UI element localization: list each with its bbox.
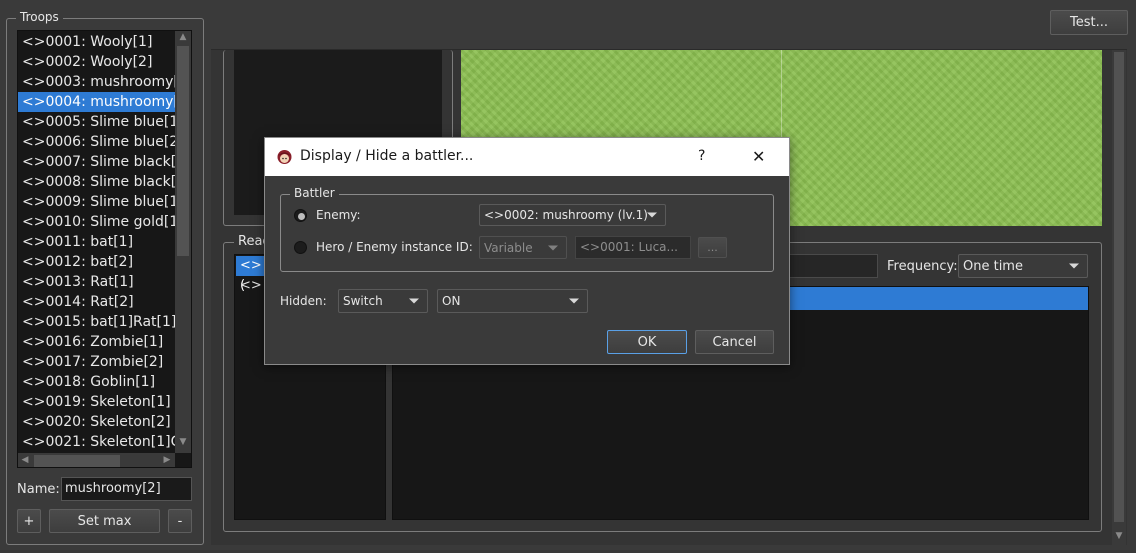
ok-button[interactable]: OK — [607, 330, 687, 354]
troop-list-item[interactable]: <>0011: bat[1] — [18, 232, 175, 252]
hidden-type-select[interactable]: Switch — [338, 289, 428, 313]
troop-list-item[interactable]: <>0004: mushroomy[2] — [18, 92, 175, 112]
frequency-label: Frequency: — [887, 259, 958, 274]
reaction-item-label: <> — [240, 278, 262, 293]
hidden-switch-select[interactable]: ON — [437, 289, 588, 313]
instance-type-select[interactable]: Variable — [479, 236, 567, 259]
hidden-label: Hidden: — [280, 294, 327, 308]
dialog-titlebar: Display / Hide a battler... ? ✕ — [265, 138, 789, 176]
troop-list-item[interactable]: <>0006: Slime blue[2] — [18, 132, 175, 152]
frequency-select[interactable]: One time — [958, 254, 1088, 278]
cancel-button[interactable]: Cancel — [695, 330, 774, 354]
dialog-title: Display / Hide a battler... — [300, 148, 474, 164]
chevron-down-icon — [569, 298, 579, 304]
troop-list-item[interactable]: <>0020: Skeleton[2] — [18, 412, 175, 432]
enemy-select-value: <>0002: mushroomy (lv.1) — [484, 208, 648, 222]
chevron-down-icon — [647, 212, 657, 218]
hscroll-thumb[interactable] — [34, 455, 120, 467]
troops-hscrollbar[interactable]: ◀ ▶ — [18, 453, 175, 467]
troop-list-item[interactable]: <>0005: Slime blue[1] — [18, 112, 175, 132]
scroll-thumb[interactable] — [177, 46, 189, 256]
name-label: Name: — [17, 482, 60, 497]
troop-list-item[interactable]: <>0001: Wooly[1] — [18, 32, 175, 52]
app-logo-icon — [276, 149, 293, 166]
troops-list-items: <>0001: Wooly[1] <>0002: Wooly[2] <>0003: … — [18, 32, 175, 452]
troop-list-item[interactable]: <>0013: Rat[1] — [18, 272, 175, 292]
name-field-value: mushroomy[2] — [65, 481, 161, 496]
troop-list-item[interactable]: <>0009: Slime blue[1]S — [18, 192, 175, 212]
troop-list-item[interactable]: <>0002: Wooly[2] — [18, 52, 175, 72]
reaction-name-field[interactable] — [789, 254, 878, 278]
enemy-label: Enemy: — [316, 208, 361, 222]
troop-list-item[interactable]: <>0018: Goblin[1] — [18, 372, 175, 392]
chevron-down-icon — [1069, 263, 1079, 269]
chevron-down-icon — [409, 298, 419, 304]
instance-id-radio[interactable] — [294, 241, 307, 254]
hidden-switch-value: ON — [442, 294, 461, 308]
editor-scroll-thumb[interactable] — [1114, 52, 1124, 522]
troop-list-item[interactable]: <>0017: Zombie[2] — [18, 352, 175, 372]
help-icon[interactable]: ? — [698, 148, 705, 164]
enemy-radio[interactable] — [294, 209, 307, 222]
enemy-select[interactable]: <>0002: mushroomy (lv.1) — [479, 204, 666, 226]
troop-list-item[interactable]: <>0010: Slime gold[1] — [18, 212, 175, 232]
display-hide-battler-dialog: Display / Hide a battler... ? ✕ Battler … — [264, 137, 790, 365]
reaction-item[interactable]: <>( — [236, 256, 266, 293]
scroll-right-icon[interactable]: ▶ — [160, 454, 174, 467]
instance-type-value: Variable — [484, 240, 533, 255]
troops-title: Troops — [16, 10, 63, 24]
battler-group-title: Battler — [290, 186, 339, 200]
troop-list-item[interactable]: <>0008: Slime black[2] — [18, 172, 175, 192]
close-icon[interactable]: ✕ — [752, 147, 765, 166]
troop-list-item[interactable]: <>0015: bat[1]Rat[1] — [18, 312, 175, 332]
add-troop-button[interactable]: + — [17, 509, 41, 533]
troop-list-item[interactable]: <>0014: Rat[2] — [18, 292, 175, 312]
hidden-type-value: Switch — [343, 294, 383, 308]
test-button[interactable]: Test... — [1050, 10, 1128, 35]
remove-troop-button[interactable]: - — [168, 509, 192, 533]
scroll-left-icon[interactable]: ◀ — [18, 454, 32, 467]
scroll-down-icon[interactable]: ▼ — [175, 436, 191, 449]
reaction-item[interactable]: <> — [236, 276, 266, 296]
troop-list-item[interactable]: <>0007: Slime black[1] — [18, 152, 175, 172]
frequency-select-value: One time — [963, 258, 1023, 274]
editor-scroll-down-icon[interactable]: ▼ — [1112, 530, 1126, 543]
scroll-up-icon[interactable]: ▲ — [175, 31, 191, 44]
troop-list-item[interactable]: <>0021: Skeleton[1]Go — [18, 432, 175, 452]
troop-list-item[interactable]: <>0012: bat[2] — [18, 252, 175, 272]
instance-variable-field[interactable]: <>0001: Luca... — [575, 236, 691, 259]
troop-list-item[interactable]: <>0019: Skeleton[1] — [18, 392, 175, 412]
troop-list-item[interactable]: <>0016: Zombie[1] — [18, 332, 175, 352]
troops-list[interactable]: <>0001: Wooly[1] <>0002: Wooly[2] <>0003: … — [17, 30, 192, 468]
troops-vscrollbar[interactable]: ▲ ▼ — [175, 31, 191, 453]
browse-variable-button[interactable]: ... — [698, 237, 727, 258]
instance-id-label: Hero / Enemy instance ID: — [316, 240, 473, 254]
troop-list-item[interactable]: <>0003: mushroomy[1] — [18, 72, 175, 92]
instance-variable-value: <>0001: Luca... — [580, 240, 678, 254]
chevron-down-icon — [548, 245, 558, 250]
editor-vscrollbar[interactable]: ▼ — [1112, 50, 1126, 546]
set-max-button[interactable]: Set max — [49, 509, 160, 533]
name-field[interactable]: mushroomy[2] — [61, 477, 192, 501]
